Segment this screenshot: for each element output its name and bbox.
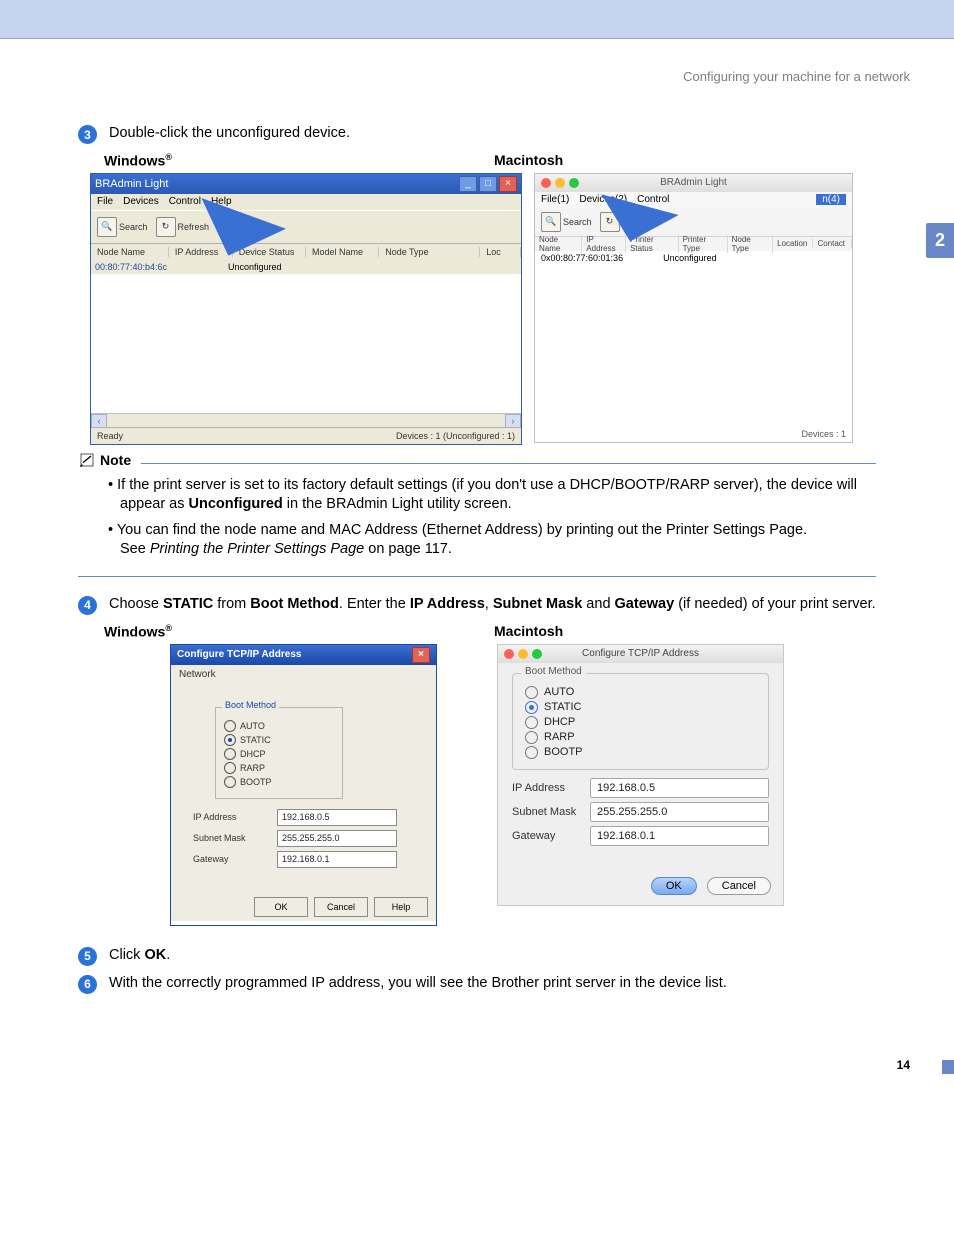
close-icon[interactable]: × [499,176,517,192]
mac-bradmin-screenshot: BRAdmin Light File(1) Devices(2) Control… [534,173,853,443]
mac-menu-n[interactable]: n(4) [816,194,846,205]
radio-dhcp[interactable]: DHCP [224,748,334,760]
mcol-nodename: Node Name [535,235,582,253]
page-number-accent [942,1060,954,1074]
menu-file[interactable]: File [97,196,113,207]
search-icon: 🔍 [97,217,117,237]
mac-search-button[interactable]: 🔍Search [541,212,592,232]
radio-dhcp[interactable]: DHCP [525,716,756,729]
ip-label: IP Address [193,812,257,822]
subnet-input[interactable]: 255.255.255.0 [277,830,397,847]
ip-input[interactable]: 192.168.0.5 [590,778,769,798]
radio-bootp[interactable]: BOOTP [224,776,334,788]
gateway-input[interactable]: 192.168.0.1 [590,826,769,846]
step-5-text: Click OK. [109,946,170,966]
mac-close-icon[interactable] [504,649,514,659]
radio-rarp[interactable]: RARP [224,762,334,774]
mac-device-row[interactable]: 0x00:80:77:60:01:36 Unconfigured [535,251,852,265]
windows-bradmin-screenshot: BRAdmin Light _ □ × File Devices Control… [90,173,522,445]
page-number: 14 [897,1058,910,1072]
cancel-button[interactable]: Cancel [707,877,771,895]
ip-input[interactable]: 192.168.0.5 [277,809,397,826]
row-mac: 00:80:77:40:b4:6c [91,262,173,272]
mac-minimize-icon[interactable] [518,649,528,659]
top-blue-band [0,0,954,39]
boot-method-label: Boot Method [521,666,586,677]
note-icon [78,452,96,468]
radio-static[interactable]: STATIC [224,734,334,746]
col-model: Model Name [306,247,379,257]
menu-devices[interactable]: Devices [123,196,159,207]
page-header: Configuring your machine for a network [44,69,910,84]
mac-zoom-icon[interactable] [569,178,579,188]
gateway-label: Gateway [512,830,590,842]
scroll-right-icon[interactable]: › [505,414,521,428]
tcpwin-title: Configure TCP/IP Address [177,649,301,660]
mcol-contact: Contact [813,239,852,248]
mac-app-title: BRAdmin Light [660,177,727,188]
radio-bootp[interactable]: BOOTP [525,746,756,759]
device-row[interactable]: 00:80:77:40:b4:6c Unconfigured [91,260,521,274]
ok-button[interactable]: OK [651,877,697,895]
windows-tcpip-dialog: Configure TCP/IP Address × Network Boot … [170,644,437,926]
macintosh-label-2: Macintosh [494,623,563,640]
col-node-name: Node Name [91,247,169,257]
subnet-label: Subnet Mask [512,806,590,818]
maximize-icon[interactable]: □ [479,176,497,192]
subnet-input[interactable]: 255.255.255.0 [590,802,769,822]
col-loc: Loc [480,247,521,257]
note-item-1: If the print server is set to its factor… [108,476,874,515]
mac-menu-file[interactable]: File(1) [541,194,569,205]
ip-label: IP Address [512,782,590,794]
step-5-badge: 5 [78,947,97,966]
mac-close-icon[interactable] [541,178,551,188]
statusbar-devices: Devices : 1 (Unconfigured : 1) [396,431,515,441]
step-4-badge: 4 [78,596,97,615]
subnet-label: Subnet Mask [193,833,257,843]
mcol-loc: Location [773,239,813,248]
mac-row-status: Unconfigured [663,253,717,263]
mac-row-mac: 0x00:80:77:60:01:36 [541,253,623,263]
step-3-badge: 3 [78,125,97,144]
mac-menu-control[interactable]: Control [637,194,669,205]
gateway-input[interactable]: 192.168.0.1 [277,851,397,868]
search-icon: 🔍 [541,212,561,232]
gateway-label: Gateway [193,854,257,864]
ok-button[interactable]: OK [254,897,308,917]
menu-control[interactable]: Control [169,196,201,207]
radio-static[interactable]: STATIC [525,701,756,714]
tcpwin-tab[interactable]: Network [171,665,436,695]
mac-status-devices: Devices : 1 [801,426,846,442]
step-3-text: Double-click the unconfigured device. [109,124,350,144]
note-item-2: You can find the node name and MAC Addre… [108,521,874,560]
radio-rarp[interactable]: RARP [525,731,756,744]
minimize-icon[interactable]: _ [459,176,477,192]
step-6-badge: 6 [78,975,97,994]
boot-method-label: Boot Method [222,700,279,710]
mcol-ptype: Printer Type [679,235,728,253]
mcol-ntype: Node Type [728,235,774,253]
macintosh-label: Macintosh [494,152,563,169]
step-6-text: With the correctly programmed IP address… [109,974,727,994]
close-icon[interactable]: × [412,647,430,663]
note-box: Note If the print server is set to its f… [78,463,876,577]
windows-label-2: Windows® [104,623,494,640]
step-4-text: Choose STATIC from Boot Method. Enter th… [109,595,876,615]
mac-minimize-icon[interactable] [555,178,565,188]
radio-auto[interactable]: AUTO [525,686,756,699]
windows-label: Windows® [104,152,494,169]
cancel-button[interactable]: Cancel [314,897,368,917]
scroll-left-icon[interactable]: ‹ [91,414,107,428]
tcpmac-title: Configure TCP/IP Address [582,648,699,659]
mac-zoom-icon[interactable] [532,649,542,659]
col-nodetype: Node Type [379,247,480,257]
statusbar-ready: Ready [97,431,123,441]
win-app-title: BRAdmin Light [95,178,168,190]
search-button[interactable]: 🔍Search [97,217,148,237]
help-button[interactable]: Help [374,897,428,917]
chapter-tab: 2 [926,223,954,258]
mac-tcpip-dialog: Configure TCP/IP Address Boot Method AUT… [497,644,784,906]
radio-auto[interactable]: AUTO [224,720,334,732]
refresh-icon: ↻ [156,217,176,237]
